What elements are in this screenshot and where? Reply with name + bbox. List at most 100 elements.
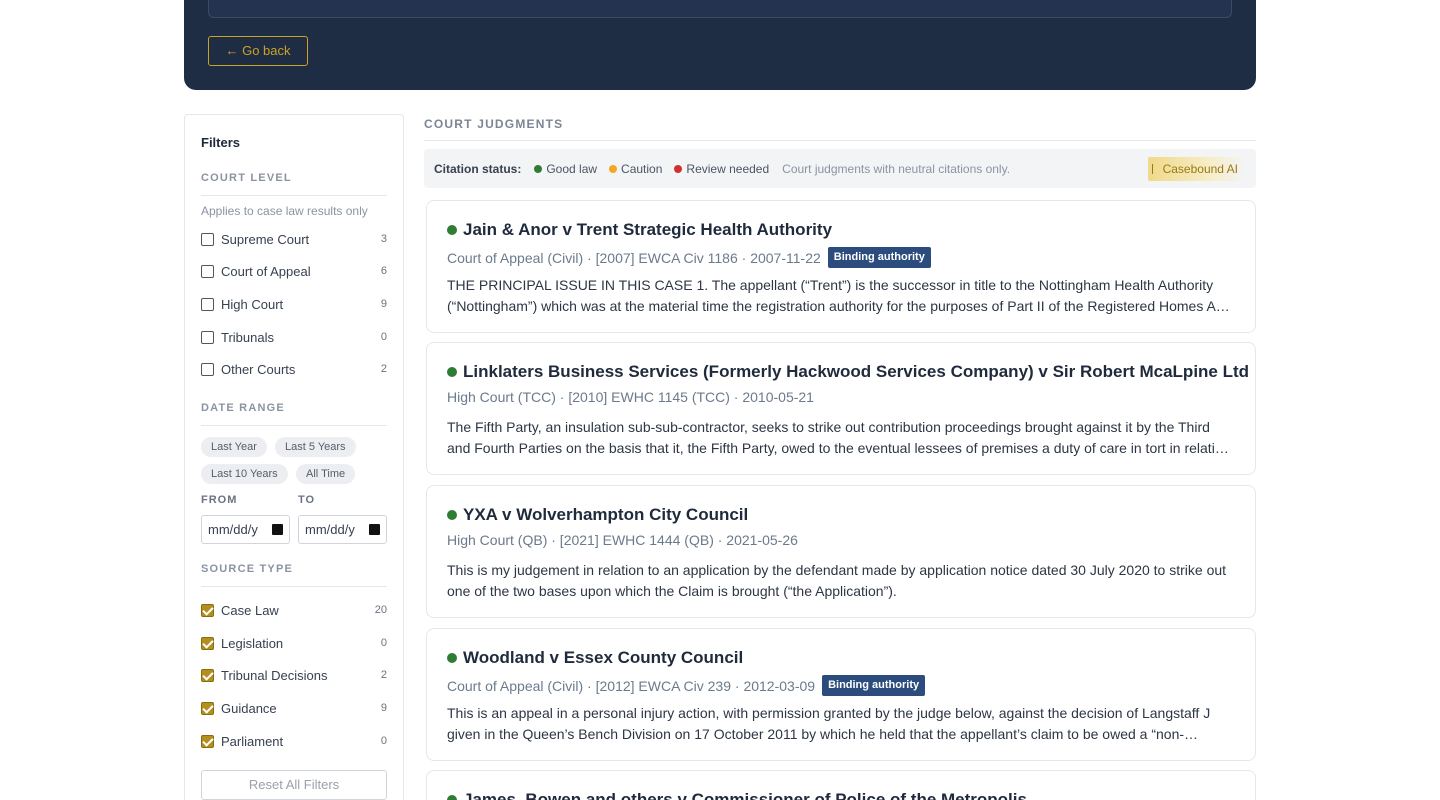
legend-label: Good law xyxy=(546,161,598,176)
filter-case-law[interactable]: Case Law 20 xyxy=(201,601,387,619)
result-card[interactable]: Jain & Anor v Trent Strategic Health Aut… xyxy=(426,200,1256,333)
to-label: TO xyxy=(298,494,316,506)
checkbox[interactable] xyxy=(201,232,214,246)
filter-count: 6 xyxy=(380,265,387,277)
divider xyxy=(201,586,387,587)
citation-status-label: Citation status: xyxy=(434,161,522,176)
legend-label: Review needed xyxy=(686,161,770,176)
date-from-input[interactable]: mm/dd/y xyxy=(201,515,290,544)
filter-other-courts[interactable]: Other Courts 2 xyxy=(201,360,387,378)
binding-authority-badge: Binding authority xyxy=(822,675,926,696)
result-card[interactable]: Woodland v Essex County Council Court of… xyxy=(426,628,1256,761)
calendar-icon[interactable] xyxy=(272,524,283,535)
result-title[interactable]: YXA v Wolverhampton City Council xyxy=(447,505,748,525)
go-back-button[interactable]: ← Go back xyxy=(208,36,308,66)
red-dot-icon xyxy=(674,164,683,173)
filter-label: Other Courts xyxy=(221,361,296,377)
divider xyxy=(201,195,387,196)
binding-authority-badge: Binding authority xyxy=(827,247,931,268)
filter-label: Guidance xyxy=(221,700,277,716)
checkbox[interactable] xyxy=(201,297,214,311)
filter-label: Court of Appeal xyxy=(221,263,311,279)
checkbox[interactable] xyxy=(201,636,214,650)
status-dot-icon xyxy=(447,225,457,235)
filter-label: Legislation xyxy=(221,635,284,651)
result-card[interactable]: James, Bowen and others v Commissioner o… xyxy=(426,770,1256,800)
result-card[interactable]: YXA v Wolverhampton City Council High Co… xyxy=(426,485,1256,618)
filter-tribunals[interactable]: Tribunals 0 xyxy=(201,328,387,346)
result-title-text: Linklaters Business Services (Formerly H… xyxy=(463,362,1250,381)
filter-count: 2 xyxy=(380,363,387,375)
search-header: ← Go back xyxy=(184,0,1256,90)
filter-count: 0 xyxy=(380,637,387,649)
filter-tribunal-decisions[interactable]: Tribunal Decisions 2 xyxy=(201,666,387,684)
checkbox[interactable] xyxy=(201,603,214,617)
checkbox[interactable] xyxy=(201,362,214,376)
checkbox[interactable] xyxy=(201,264,214,278)
checkbox[interactable] xyxy=(201,734,214,748)
filter-court-of-appeal[interactable]: Court of Appeal 6 xyxy=(201,262,387,280)
filter-parliament[interactable]: Parliament 0 xyxy=(201,732,387,750)
date-preset-last-year[interactable]: Last Year xyxy=(201,437,267,457)
result-title-text: Jain & Anor v Trent Strategic Health Aut… xyxy=(463,220,833,239)
date-preset-last-10-years[interactable]: Last 10 Years xyxy=(201,464,288,484)
result-title[interactable]: Linklaters Business Services (Formerly H… xyxy=(447,362,1249,382)
filter-high-court[interactable]: High Court 9 xyxy=(201,295,387,313)
filter-count: 0 xyxy=(380,735,387,747)
result-meta-text: Court of Appeal (Civil) · [2007] EWCA Ci… xyxy=(447,249,821,266)
date-preset-all-time[interactable]: All Time xyxy=(296,464,356,484)
filter-legislation[interactable]: Legislation 0 xyxy=(201,634,387,652)
source-type-heading: SOURCE TYPE xyxy=(201,563,294,575)
section-title: COURT JUDGMENTS xyxy=(424,117,564,131)
date-placeholder: mm/dd/y xyxy=(305,522,355,537)
filter-label: Parliament xyxy=(221,733,284,749)
filter-count: 0 xyxy=(380,331,387,343)
filter-label: Tribunals xyxy=(221,329,274,345)
citation-status-bar: Citation status: Good law Caution Review… xyxy=(424,149,1256,188)
result-title[interactable]: Woodland v Essex County Council xyxy=(447,648,743,668)
court-level-hint: Applies to case law results only xyxy=(201,204,368,218)
date-to-input[interactable]: mm/dd/y xyxy=(298,515,387,544)
status-dot-icon xyxy=(447,795,457,800)
filter-supreme-court[interactable]: Supreme Court 3 xyxy=(201,230,387,248)
result-meta: Court of Appeal (Civil) · [2007] EWCA Ci… xyxy=(447,247,931,268)
court-level-heading: COURT LEVEL xyxy=(201,172,292,184)
result-title[interactable]: Jain & Anor v Trent Strategic Health Aut… xyxy=(447,220,832,240)
status-dot-icon xyxy=(447,653,457,663)
filters-title: Filters xyxy=(201,135,241,150)
calendar-icon[interactable] xyxy=(369,524,380,535)
filter-label: Tribunal Decisions xyxy=(221,667,328,683)
filter-count: 9 xyxy=(380,298,387,310)
checkbox[interactable] xyxy=(201,668,214,682)
result-snippet: The Fifth Party, an insulation sub-sub-c… xyxy=(447,419,1231,456)
from-label: FROM xyxy=(201,494,238,506)
reset-filters-button[interactable]: Reset All Filters xyxy=(201,770,387,800)
legend-label: Caution xyxy=(621,161,663,176)
result-meta-text: Court of Appeal (Civil) · [2012] EWCA Ci… xyxy=(447,677,816,694)
filter-label: High Court xyxy=(221,296,284,312)
checkbox[interactable] xyxy=(201,701,214,715)
search-input[interactable] xyxy=(208,0,1232,18)
filter-count: 3 xyxy=(380,233,387,245)
result-meta: High Court (TCC) · [2010] EWHC 1145 (TCC… xyxy=(447,389,814,405)
checkbox[interactable] xyxy=(201,330,214,344)
cursor-bar-icon xyxy=(1151,163,1153,174)
legend-good-law: Good law xyxy=(534,162,597,176)
result-title-text: Woodland v Essex County Council xyxy=(463,648,744,667)
filter-count: 2 xyxy=(380,669,387,681)
result-title-text: James, Bowen and others v Commissioner o… xyxy=(463,790,1027,800)
divider xyxy=(201,425,387,426)
result-meta: High Court (QB) · [2021] EWHC 1444 (QB) … xyxy=(447,532,798,548)
filter-label: Supreme Court xyxy=(221,231,310,247)
date-preset-last-5-years[interactable]: Last 5 Years xyxy=(275,437,356,457)
filter-guidance[interactable]: Guidance 9 xyxy=(201,699,387,717)
result-snippet: THE PRINCIPAL ISSUE IN THIS CASE 1. The … xyxy=(447,277,1227,314)
result-snippet: This is my judgement in relation to an a… xyxy=(447,562,1227,599)
result-snippet: This is an appeal in a personal injury a… xyxy=(447,705,1211,742)
date-range-heading: DATE RANGE xyxy=(201,402,285,414)
status-dot-icon xyxy=(447,510,457,520)
status-dot-icon xyxy=(447,367,457,377)
ai-assistant-button[interactable]: Casebound AI xyxy=(1147,156,1246,181)
result-title[interactable]: James, Bowen and others v Commissioner o… xyxy=(447,790,1027,800)
result-card[interactable]: Linklaters Business Services (Formerly H… xyxy=(426,342,1256,475)
